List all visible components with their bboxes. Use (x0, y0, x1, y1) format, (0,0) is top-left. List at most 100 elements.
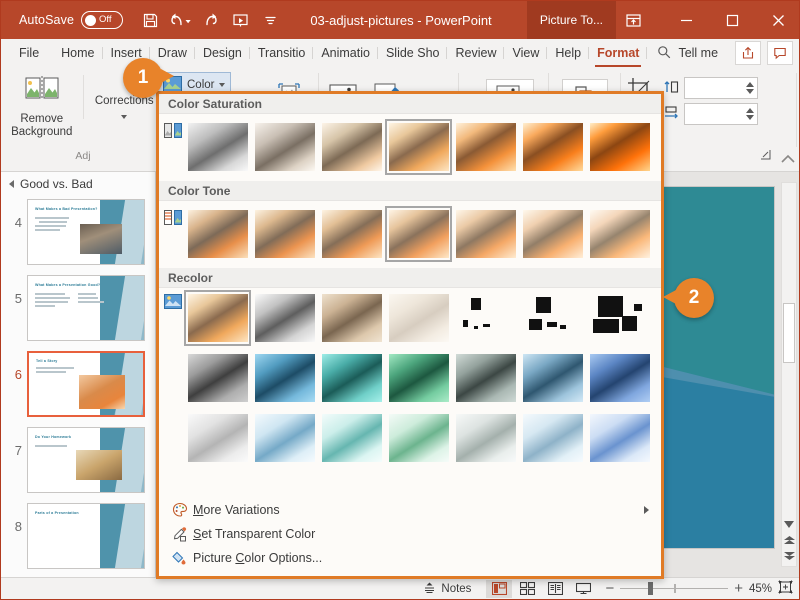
chevron-down-icon[interactable] (121, 115, 128, 119)
recolor-dark-accent1[interactable] (184, 350, 251, 406)
recolor-black-white-50[interactable] (519, 290, 586, 346)
spinner-arrows[interactable] (746, 82, 754, 94)
spinner-arrows[interactable] (746, 108, 754, 120)
recolor-dark-accent3[interactable] (318, 350, 385, 406)
remove-background-button[interactable]: Remove Background (5, 69, 79, 139)
scroll-down-arrow-icon[interactable] (782, 516, 796, 532)
slide-thumbnail-4[interactable]: What Makes a Bad Presentation? (27, 199, 145, 265)
recolor-light-accent3[interactable] (318, 410, 385, 466)
list-item[interactable]: 6 Tell a Story (1, 347, 155, 423)
recolor-sepia[interactable] (318, 290, 385, 346)
recolor-light-accent1[interactable] (184, 410, 251, 466)
tab-home[interactable]: Home (53, 43, 103, 63)
tab-slideshow[interactable]: Slide Sho (378, 43, 448, 63)
zoom-level-label[interactable]: 45% (749, 583, 772, 595)
zoom-slider-handle[interactable] (648, 582, 654, 595)
list-item[interactable]: 7 Do Your Homework (1, 423, 155, 499)
slide-thumbnail-8[interactable]: Parts of a Presentation (27, 503, 145, 569)
picture-color-options-menu-item[interactable]: Picture Color Options... (159, 546, 661, 570)
zoom-in-button[interactable]: + (734, 580, 743, 597)
recolor-light-accent7[interactable] (586, 410, 653, 466)
share-icon[interactable] (735, 41, 761, 65)
recolor-light-accent6[interactable] (519, 410, 586, 466)
slide-sorter-button[interactable] (514, 580, 540, 598)
saturation-400[interactable] (586, 119, 653, 175)
saturation-100[interactable] (385, 119, 452, 175)
zoom-slider[interactable] (620, 582, 729, 596)
fit-slide-icon[interactable] (778, 580, 793, 597)
size-dialog-launcher[interactable] (760, 149, 771, 160)
tell-me-box[interactable]: Tell me (657, 45, 718, 62)
save-icon[interactable] (137, 7, 164, 33)
slide-thumbnail-7[interactable]: Do Your Homework (27, 427, 145, 493)
start-slideshow-icon[interactable] (227, 7, 254, 33)
autosave-toggle[interactable]: Off (81, 11, 124, 29)
comment-icon[interactable] (767, 41, 793, 65)
saturation-200[interactable] (452, 119, 519, 175)
scrollbar-thumb[interactable] (783, 303, 795, 363)
recolor-black-white-25[interactable] (452, 290, 519, 346)
saturation-33[interactable] (251, 119, 318, 175)
tab-transitions[interactable]: Transitio (250, 43, 314, 63)
set-transparent-color-menu-item[interactable]: Set Transparent Color (159, 522, 661, 546)
normal-view-button[interactable] (486, 579, 513, 598)
customize-qat-icon[interactable] (257, 7, 284, 33)
saturation-66[interactable] (318, 119, 385, 175)
list-item[interactable]: 4 What Makes a Bad Presentation? (1, 195, 155, 271)
tab-file[interactable]: File (11, 43, 53, 63)
saturation-300[interactable] (519, 119, 586, 175)
saturation-0[interactable] (184, 119, 251, 175)
previous-slide-icon[interactable] (782, 532, 796, 548)
slide-thumbnail-5[interactable]: What Makes a Presentation Good? (27, 275, 145, 341)
next-slide-icon[interactable] (782, 548, 796, 564)
recolor-grayscale[interactable] (251, 290, 318, 346)
temperature-8800[interactable] (519, 206, 586, 262)
close-button[interactable] (755, 1, 799, 39)
recolor-black-white-75[interactable] (586, 290, 653, 346)
minimize-button[interactable] (663, 1, 709, 39)
reading-view-button[interactable] (542, 580, 568, 598)
recolor-light-accent2[interactable] (251, 410, 318, 466)
section-header[interactable]: Good vs. Bad (1, 172, 155, 195)
recolor-dark-accent7[interactable] (586, 350, 653, 406)
maximize-button[interactable] (709, 1, 755, 39)
picture-tools-contextual-tab[interactable]: Picture To... (526, 1, 616, 39)
recolor-light-accent4[interactable] (385, 410, 452, 466)
zoom-out-button[interactable]: − (605, 580, 614, 597)
list-item[interactable]: 8 Parts of a Presentation (1, 499, 155, 575)
chevron-right-icon[interactable] (9, 180, 14, 188)
temperature-5300[interactable] (251, 206, 318, 262)
slide-thumbnail-6[interactable]: Tell a Story (27, 351, 145, 417)
collapse-ribbon-button[interactable] (781, 153, 795, 167)
autosave-control[interactable]: AutoSave Off (19, 11, 124, 29)
recolor-washout[interactable] (385, 290, 452, 346)
undo-icon[interactable] (167, 7, 194, 33)
temperature-6500[interactable] (385, 206, 452, 262)
tab-format[interactable]: Format (589, 43, 648, 67)
ribbon-display-options-icon[interactable] (617, 1, 649, 39)
redo-icon[interactable] (197, 7, 224, 33)
recolor-dark-accent5[interactable] (452, 350, 519, 406)
recolor-dark-accent6[interactable] (519, 350, 586, 406)
tab-animations[interactable]: Animatio (313, 43, 378, 63)
color-gallery-dropdown[interactable]: Color Saturation Color Tone Recolor More… (156, 91, 664, 579)
tab-design[interactable]: Design (195, 43, 250, 63)
list-item[interactable]: 5 What Makes a Presentation Good? (1, 271, 155, 347)
recolor-light-accent5[interactable] (452, 410, 519, 466)
tab-review[interactable]: Review (447, 43, 505, 63)
vertical-scrollbar[interactable] (781, 182, 797, 567)
temperature-5900[interactable] (318, 206, 385, 262)
notes-button[interactable]: Notes (423, 581, 471, 597)
shape-height-input[interactable] (684, 77, 758, 99)
temperature-4700[interactable] (184, 206, 251, 262)
temperature-7200[interactable] (452, 206, 519, 262)
temperature-11200[interactable] (586, 206, 653, 262)
chevron-down-icon[interactable] (219, 83, 226, 87)
recolor-no-recolor[interactable] (184, 290, 251, 346)
tab-view[interactable]: View (504, 43, 548, 63)
shape-width-input[interactable] (684, 103, 758, 125)
recolor-dark-accent4[interactable] (385, 350, 452, 406)
tab-help[interactable]: Help (547, 43, 589, 63)
recolor-dark-accent2[interactable] (251, 350, 318, 406)
slide-thumbnail-panel[interactable]: Good vs. Bad 4 What Makes a Bad Presenta… (1, 172, 156, 577)
